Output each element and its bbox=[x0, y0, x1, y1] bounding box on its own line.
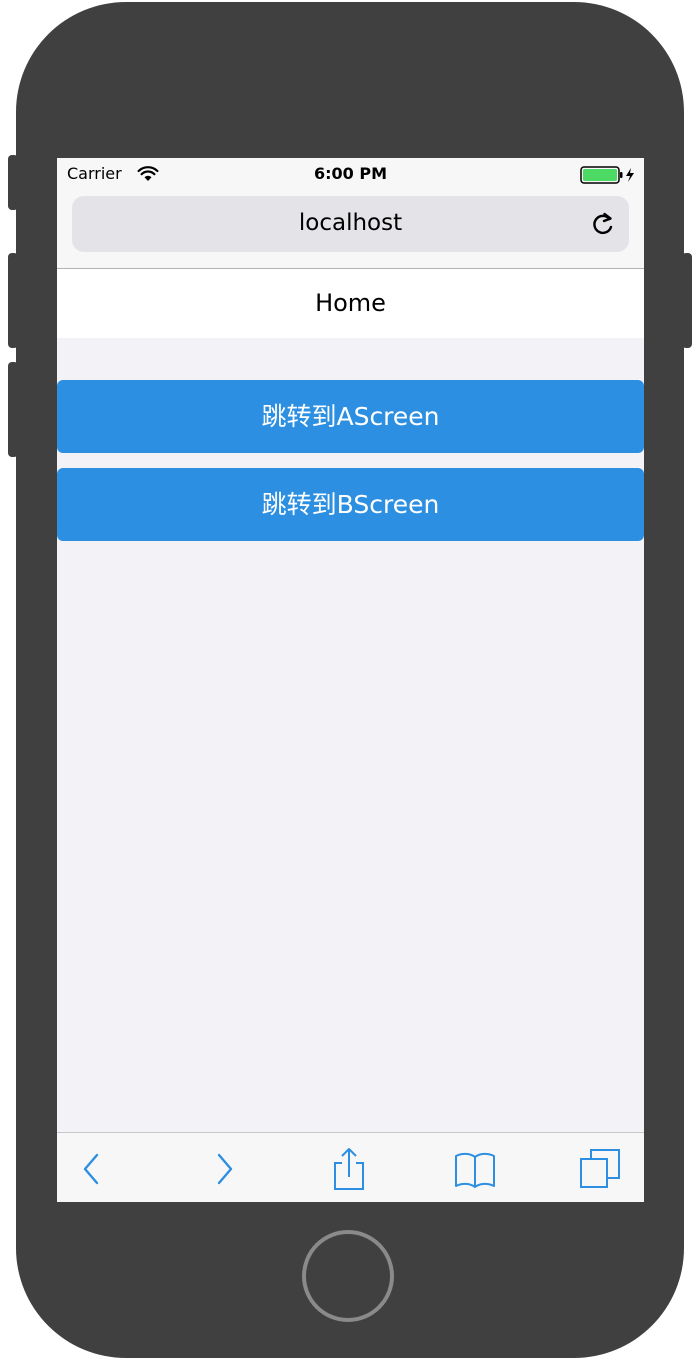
volume-up-button bbox=[8, 253, 18, 348]
forward-icon[interactable] bbox=[202, 1147, 246, 1191]
screen: Carrier 6:00 PM localhost Home 跳转到AScree… bbox=[57, 158, 644, 1202]
volume-down-button bbox=[8, 362, 18, 457]
power-button bbox=[682, 253, 692, 348]
status-time: 6:00 PM bbox=[313, 164, 387, 183]
reload-icon[interactable] bbox=[589, 210, 617, 238]
app-header: Home bbox=[57, 269, 644, 338]
url-text: localhost bbox=[298, 210, 403, 236]
status-bar: Carrier 6:00 PM bbox=[57, 158, 644, 192]
url-field[interactable]: localhost bbox=[72, 196, 629, 252]
browser-toolbar bbox=[57, 1132, 644, 1202]
tabs-icon[interactable] bbox=[578, 1147, 622, 1191]
page-title: Home bbox=[315, 289, 386, 317]
bookmarks-icon[interactable] bbox=[453, 1147, 497, 1191]
home-button[interactable] bbox=[302, 1230, 394, 1322]
go-to-a-screen-button[interactable]: 跳转到AScreen bbox=[57, 380, 644, 453]
browser-address-bar: localhost bbox=[57, 192, 644, 269]
back-icon[interactable] bbox=[70, 1147, 114, 1191]
go-to-b-screen-button[interactable]: 跳转到BScreen bbox=[57, 468, 644, 541]
mute-switch bbox=[8, 155, 18, 210]
battery-icon bbox=[580, 166, 634, 184]
share-icon[interactable] bbox=[327, 1147, 371, 1191]
